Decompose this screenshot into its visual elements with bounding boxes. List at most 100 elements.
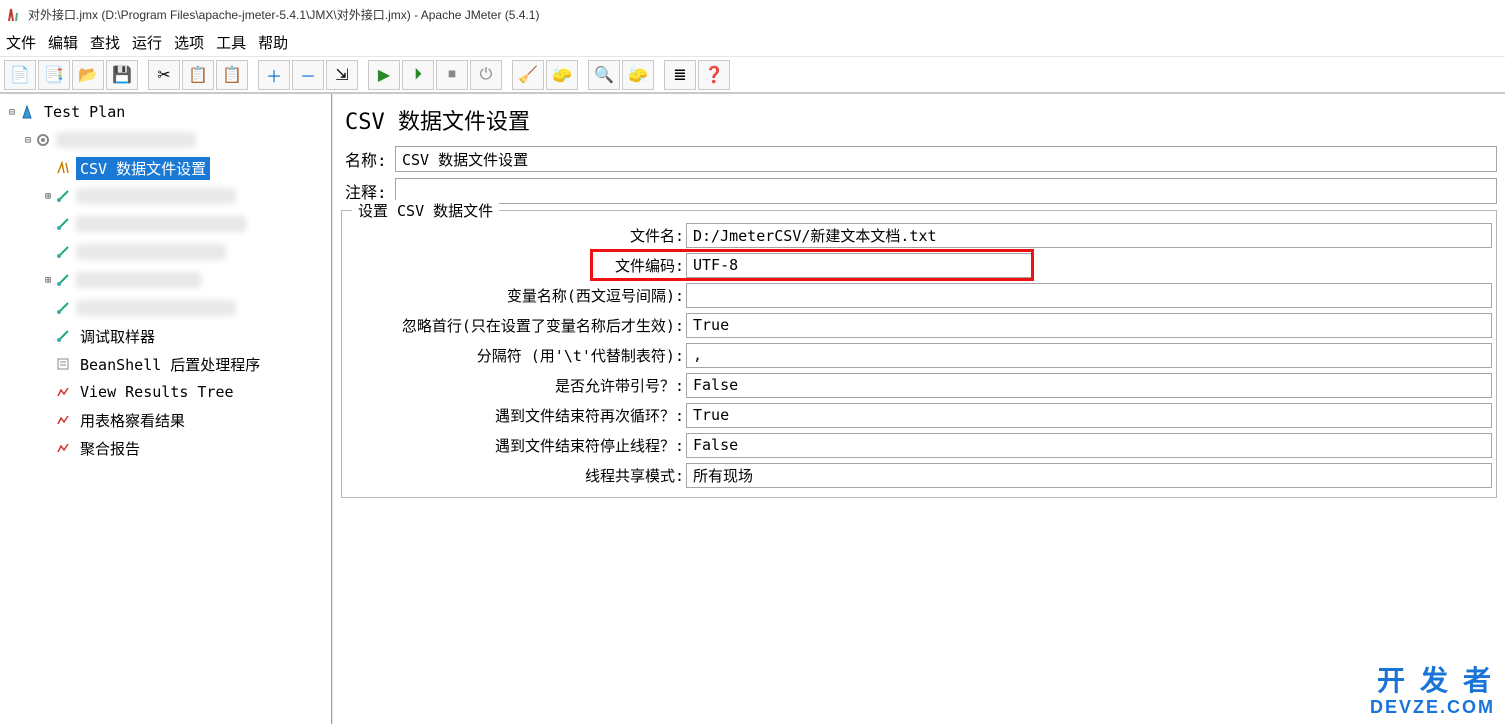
recycle-select[interactable]: True bbox=[686, 403, 1492, 428]
share-mode-select[interactable]: 所有现场 bbox=[686, 463, 1492, 488]
tree-table-results[interactable]: 用表格察看结果 bbox=[0, 406, 331, 434]
expand-icon[interactable]: ⊞ bbox=[42, 191, 54, 202]
app-icon bbox=[6, 7, 22, 23]
start-button[interactable]: ▶ bbox=[368, 60, 400, 90]
menu-help[interactable]: 帮助 bbox=[258, 32, 288, 53]
share-mode-label: 线程共享模式: bbox=[346, 465, 684, 486]
delimiter-label: 分隔符 (用'\t'代替制表符): bbox=[346, 345, 684, 366]
toggle-button[interactable]: ⇲ bbox=[326, 60, 358, 90]
open-button[interactable]: 📂 bbox=[72, 60, 104, 90]
menu-edit[interactable]: 编辑 bbox=[48, 32, 78, 53]
sampler-icon bbox=[54, 299, 72, 317]
tree-item[interactable] bbox=[0, 238, 331, 266]
delimiter-input[interactable]: , bbox=[686, 343, 1492, 368]
expand-icon[interactable]: ⊞ bbox=[42, 275, 54, 286]
tree-label: BeanShell 后置处理程序 bbox=[76, 353, 264, 376]
new-button[interactable]: 📄 bbox=[4, 60, 36, 90]
cut-button[interactable]: ✂ bbox=[148, 60, 180, 90]
watermark: 开 发 者 DevZe.CoM bbox=[1370, 667, 1495, 718]
sampler-icon bbox=[54, 215, 72, 233]
tree-pane[interactable]: ⊟ Test Plan ⊟ CSV 数据文件设置 ⊞ bbox=[0, 94, 332, 724]
allow-quoted-label: 是否允许带引号？: bbox=[346, 375, 684, 396]
tree-view-results[interactable]: View Results Tree bbox=[0, 378, 331, 406]
tree-label-selected: CSV 数据文件设置 bbox=[76, 157, 210, 180]
sampler-icon bbox=[54, 187, 72, 205]
editor-pane: CSV 数据文件设置 名称: 注释: 设置 CSV 数据文件 文件名: D:/J… bbox=[332, 94, 1505, 724]
tree-label bbox=[76, 216, 246, 232]
clear-button[interactable]: 🧹 bbox=[512, 60, 544, 90]
tree-csv-config[interactable]: CSV 数据文件设置 bbox=[0, 154, 331, 182]
csv-config-fieldset: 设置 CSV 数据文件 文件名: D:/JmeterCSV/新建文本文档.txt… bbox=[341, 210, 1497, 498]
ignore-first-select[interactable]: True bbox=[686, 313, 1492, 338]
paste-button[interactable]: 📋 bbox=[216, 60, 248, 90]
save-button[interactable]: 💾 bbox=[106, 60, 138, 90]
sampler-icon bbox=[54, 243, 72, 261]
toolbar: 📄 📑 📂 💾 ✂ 📋 📋 ＋ － ⇲ ▶ ⏵ ⏹ ⏻ 🧹 🧽 🔍 🧽 ≣ ❓ bbox=[0, 57, 1505, 93]
reset-search-button[interactable]: 🧽 bbox=[622, 60, 654, 90]
tree-item[interactable] bbox=[0, 210, 331, 238]
listener-icon bbox=[54, 439, 72, 457]
listener-icon bbox=[54, 383, 72, 401]
tree-beanshell[interactable]: BeanShell 后置处理程序 bbox=[0, 350, 331, 378]
csv-config-icon bbox=[54, 159, 72, 177]
stop-thread-select[interactable]: False bbox=[686, 433, 1492, 458]
watermark-en: DevZe.CoM bbox=[1370, 698, 1495, 718]
tree-label bbox=[76, 244, 226, 260]
listener-icon bbox=[54, 411, 72, 429]
menu-options[interactable]: 选项 bbox=[174, 32, 204, 53]
name-input[interactable] bbox=[395, 146, 1497, 172]
recycle-label: 遇到文件结束符再次循环？: bbox=[346, 405, 684, 426]
menu-search[interactable]: 查找 bbox=[90, 32, 120, 53]
tree-item[interactable]: ⊞ bbox=[0, 266, 331, 294]
window-title: 对外接口.jmx (D:\Program Files\apache-jmeter… bbox=[28, 6, 539, 23]
encoding-input[interactable]: UTF-8 bbox=[686, 253, 1032, 278]
menu-run[interactable]: 运行 bbox=[132, 32, 162, 53]
ignore-first-label: 忽略首行(只在设置了变量名称后才生效): bbox=[346, 315, 684, 336]
remove-button[interactable]: － bbox=[292, 60, 324, 90]
tree-thread-group[interactable]: ⊟ bbox=[0, 126, 331, 154]
content-area: ⊟ Test Plan ⊟ CSV 数据文件设置 ⊞ bbox=[0, 93, 1505, 724]
shutdown-button[interactable]: ⏻ bbox=[470, 60, 502, 90]
menu-bar: 文件 编辑 查找 运行 选项 工具 帮助 bbox=[0, 29, 1505, 57]
tree-item[interactable]: ⊞ bbox=[0, 182, 331, 210]
tree-label bbox=[56, 132, 196, 148]
test-plan-icon bbox=[18, 103, 36, 121]
tree-item[interactable] bbox=[0, 294, 331, 322]
tree-label bbox=[76, 272, 201, 288]
filename-input[interactable]: D:/JmeterCSV/新建文本文档.txt bbox=[686, 223, 1492, 248]
thread-group-icon bbox=[34, 131, 52, 149]
allow-quoted-select[interactable]: False bbox=[686, 373, 1492, 398]
stop-button[interactable]: ⏹ bbox=[436, 60, 468, 90]
tree-aggregate[interactable]: 聚合报告 bbox=[0, 434, 331, 462]
varnames-label: 变量名称(西文逗号间隔): bbox=[346, 285, 684, 306]
postprocessor-icon bbox=[54, 355, 72, 373]
start-no-pause-button[interactable]: ⏵ bbox=[402, 60, 434, 90]
sampler-icon bbox=[54, 327, 72, 345]
tree-debug-sampler[interactable]: 调试取样器 bbox=[0, 322, 331, 350]
tree-label bbox=[76, 300, 236, 316]
tree-label: 聚合报告 bbox=[76, 437, 144, 460]
menu-file[interactable]: 文件 bbox=[6, 32, 36, 53]
watermark-cn: 开 发 者 bbox=[1370, 667, 1495, 698]
stop-thread-label: 遇到文件结束符停止线程？: bbox=[346, 435, 684, 456]
varnames-input[interactable] bbox=[686, 283, 1492, 308]
comment-input[interactable] bbox=[395, 178, 1497, 204]
add-button[interactable]: ＋ bbox=[258, 60, 290, 90]
encoding-label: 文件编码: bbox=[592, 255, 684, 276]
function-helper-button[interactable]: ≣ bbox=[664, 60, 696, 90]
collapse-icon[interactable]: ⊟ bbox=[22, 135, 34, 146]
tree-label: Test Plan bbox=[40, 102, 129, 122]
search-button[interactable]: 🔍 bbox=[588, 60, 620, 90]
templates-button[interactable]: 📑 bbox=[38, 60, 70, 90]
tree-label: View Results Tree bbox=[76, 382, 238, 402]
tree-root[interactable]: ⊟ Test Plan bbox=[0, 98, 331, 126]
collapse-icon[interactable]: ⊟ bbox=[6, 107, 18, 118]
tree-label: 调试取样器 bbox=[76, 325, 159, 348]
clear-all-button[interactable]: 🧽 bbox=[546, 60, 578, 90]
title-bar: 对外接口.jmx (D:\Program Files\apache-jmeter… bbox=[0, 0, 1505, 29]
menu-tools[interactable]: 工具 bbox=[216, 32, 246, 53]
copy-button[interactable]: 📋 bbox=[182, 60, 214, 90]
sampler-icon bbox=[54, 271, 72, 289]
help-button[interactable]: ❓ bbox=[698, 60, 730, 90]
name-label: 名称: bbox=[341, 147, 395, 171]
